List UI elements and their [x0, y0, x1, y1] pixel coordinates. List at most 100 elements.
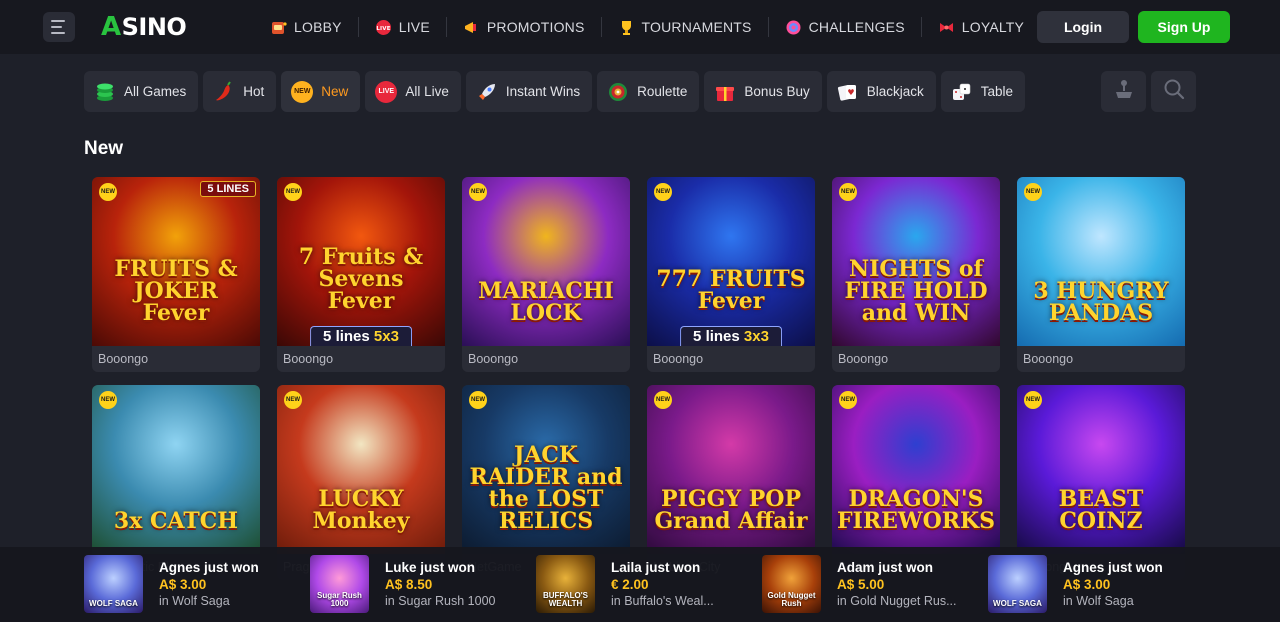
- section-title: New: [84, 138, 124, 159]
- cards-icon: ♥: [837, 81, 859, 103]
- game-thumbnail[interactable]: NEW 777 FRUITS Fever 5 lines 3x3: [647, 177, 815, 346]
- site-logo[interactable]: A SINO: [101, 12, 187, 42]
- recent-win-item[interactable]: WOLF SAGA Agnes just won A$ 3.00 in Wolf Sa…: [84, 555, 259, 613]
- game-card[interactable]: NEW 3 HUNGRY PANDAS Booongo: [1017, 177, 1185, 372]
- menu-icon-line: [51, 32, 65, 34]
- game-title: DRAGON'S FIREWORKS: [836, 486, 996, 534]
- game-art: [647, 177, 815, 346]
- new-badge: NEW: [839, 391, 857, 409]
- category-label: Hot: [243, 84, 265, 99]
- game-thumbnail[interactable]: NEW DRAGON'S FIREWORKS: [832, 385, 1000, 554]
- win-player-name: Agnes just won: [159, 560, 259, 575]
- nav-lobby[interactable]: LOBBY: [270, 19, 342, 36]
- nav-label: CHALLENGES: [808, 19, 905, 35]
- chili-icon: [213, 80, 235, 103]
- slot-machine-icon: [270, 19, 287, 36]
- game-thumbnail[interactable]: NEW JACK RAIDER and the LOST RELICS: [462, 385, 630, 554]
- category-all-games[interactable]: All Games: [84, 71, 199, 112]
- category-label: New: [321, 84, 349, 99]
- login-button[interactable]: Login: [1037, 11, 1129, 43]
- megaphone-icon: [463, 19, 480, 36]
- nav-label: LOYALTY: [961, 19, 1025, 35]
- logo-text: SINO: [121, 13, 187, 41]
- rocket-icon: [476, 81, 498, 103]
- category-all-live[interactable]: LIVE All Live: [365, 71, 461, 112]
- game-card[interactable]: NEW 7 Fruits & Sevens Fever 5 lines 5x3 Boo…: [277, 177, 445, 372]
- providers-filter-button[interactable]: [1101, 71, 1146, 112]
- svg-text:♥: ♥: [847, 88, 854, 97]
- roulette-icon: [607, 81, 629, 103]
- win-game-thumbnail[interactable]: BUFFALO'S WEALTH: [536, 555, 595, 613]
- game-title: NIGHTS of FIRE HOLD and WIN: [844, 256, 988, 326]
- trophy-icon: [618, 19, 635, 36]
- win-game-thumbnail[interactable]: WOLF SAGA: [988, 555, 1047, 613]
- game-provider: Booongo: [98, 352, 149, 366]
- gift-bow-icon: [938, 19, 955, 36]
- recent-win-item[interactable]: WOLF SAGA Agnes just won A$ 3.00 in Wolf Sa…: [988, 555, 1163, 613]
- game-card[interactable]: NEW NIGHTS of FIRE HOLD and WIN Booongo: [832, 177, 1000, 372]
- win-game-name: in Gold Nugget Rus...: [837, 594, 957, 608]
- recent-win-item[interactable]: Gold Nugget Rush Adam just won A$ 5.00 in G…: [762, 555, 957, 613]
- win-game-thumbnail[interactable]: WOLF SAGA: [84, 555, 143, 613]
- category-instant-wins[interactable]: Instant Wins: [465, 71, 593, 112]
- game-card[interactable]: NEW MARIACHI LOCK Booongo: [462, 177, 630, 372]
- category-blackjack[interactable]: ♥ Blackjack: [826, 71, 936, 112]
- win-game-logo-text: WOLF SAGA: [89, 599, 138, 608]
- category-hot[interactable]: Hot: [203, 71, 277, 112]
- nav-label: TOURNAMENTS: [641, 19, 752, 35]
- logo-mark: A: [101, 12, 121, 42]
- nav-live[interactable]: LIVE LIVE: [375, 19, 430, 36]
- win-game-logo-text: BUFFALO'S WEALTH: [542, 591, 588, 608]
- nav-tournaments[interactable]: TOURNAMENTS: [618, 19, 752, 36]
- game-thumbnail[interactable]: NEW MARIACHI LOCK: [462, 177, 630, 346]
- win-info: Agnes just won A$ 3.00 in Wolf Saga: [159, 560, 259, 608]
- menu-toggle-button[interactable]: [43, 12, 75, 42]
- category-bonus-buy[interactable]: Bonus Buy: [704, 71, 822, 112]
- nav-loyalty[interactable]: LOYALTY: [938, 19, 1024, 36]
- lines-grid-size: 3x3: [743, 328, 769, 345]
- category-label: Blackjack: [866, 84, 924, 99]
- new-badge: NEW: [99, 183, 117, 201]
- recent-win-item[interactable]: BUFFALO'S WEALTH Laila just won € 2.00 in B…: [536, 555, 714, 613]
- category-label: Instant Wins: [505, 84, 581, 99]
- win-amount: A$ 5.00: [837, 577, 885, 592]
- game-thumbnail[interactable]: NEW NIGHTS of FIRE HOLD and WIN: [832, 177, 1000, 346]
- nav-promotions[interactable]: PROMOTIONS: [463, 19, 585, 36]
- win-amount: A$ 3.00: [159, 577, 207, 592]
- game-thumbnail[interactable]: NEW PIGGY POP Grand Affair: [647, 385, 815, 554]
- category-label: Table: [980, 84, 1014, 99]
- game-card[interactable]: NEW 777 FRUITS Fever 5 lines 3x3 Booongo: [647, 177, 815, 372]
- nav-label: LIVE: [398, 19, 430, 35]
- game-thumbnail[interactable]: NEW 3 HUNGRY PANDAS: [1017, 177, 1185, 346]
- category-table[interactable]: Table: [940, 71, 1026, 112]
- game-provider: Booongo: [283, 352, 334, 366]
- game-thumbnail[interactable]: NEW BEAST COINZ: [1017, 385, 1185, 554]
- game-thumbnail[interactable]: NEW 7 Fruits & Sevens Fever 5 lines 5x3: [277, 177, 445, 346]
- search-button[interactable]: [1151, 71, 1196, 112]
- new-badge: NEW: [284, 391, 302, 409]
- nav-label: LOBBY: [294, 19, 342, 35]
- main-nav: LOBBY LIVE LIVE PROMOTIONS TOURNAMENTS C…: [270, 0, 1024, 54]
- svg-text:LIVE: LIVE: [376, 25, 390, 31]
- game-grid: NEW 5 LINES FRUITS & JOKER Fever Booongo NEW…: [92, 177, 1185, 580]
- new-badge: NEW: [284, 183, 302, 201]
- signup-button[interactable]: Sign Up: [1138, 11, 1230, 43]
- new-badge: NEW: [99, 391, 117, 409]
- recent-win-item[interactable]: Sugar Rush 1000 Luke just won A$ 8.50 in Su…: [310, 555, 496, 613]
- game-provider: Booongo: [653, 352, 704, 366]
- win-game-name: in Wolf Saga: [159, 594, 230, 608]
- game-thumbnail[interactable]: NEW 5 LINES FRUITS & JOKER Fever: [92, 177, 260, 346]
- nav-challenges[interactable]: CHALLENGES: [785, 19, 905, 36]
- category-roulette[interactable]: Roulette: [597, 71, 700, 112]
- game-card[interactable]: NEW 5 LINES FRUITS & JOKER Fever Booongo: [92, 177, 260, 372]
- category-new[interactable]: NEW New: [281, 71, 361, 112]
- top-header: A SINO LOBBY LIVE LIVE PROMOTIONS TOURNA…: [0, 0, 1280, 54]
- win-game-thumbnail[interactable]: Sugar Rush 1000: [310, 555, 369, 613]
- nav-divider: [357, 17, 359, 37]
- game-thumbnail[interactable]: NEW 3x CATCH: [92, 385, 260, 554]
- game-thumbnail[interactable]: NEW LUCKY Monkey: [277, 385, 445, 554]
- win-game-thumbnail[interactable]: Gold Nugget Rush: [762, 555, 821, 613]
- win-info: Agnes just won A$ 3.00 in Wolf Saga: [1063, 560, 1163, 608]
- lines-tag: 5 LINES: [200, 181, 256, 197]
- win-amount: A$ 8.50: [385, 577, 433, 592]
